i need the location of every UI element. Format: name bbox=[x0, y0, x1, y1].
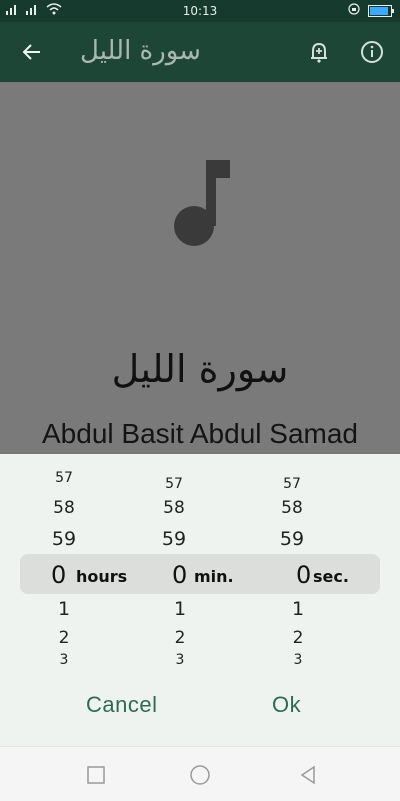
recents-icon[interactable] bbox=[84, 763, 108, 787]
wheel-item: 3 bbox=[293, 652, 303, 668]
hours-value[interactable]: 0 bbox=[51, 561, 66, 589]
wheel-item: 57 bbox=[165, 476, 183, 492]
minutes-unit-label: min. bbox=[194, 567, 234, 586]
wheel-item: 57 bbox=[55, 470, 73, 486]
battery-icon bbox=[368, 4, 394, 17]
wheel-item: 59 bbox=[51, 528, 77, 550]
alarm-add-icon[interactable] bbox=[303, 36, 335, 68]
wheel-item: 58 bbox=[53, 498, 75, 518]
wheel-item: 58 bbox=[281, 498, 303, 518]
minutes-value[interactable]: 0 bbox=[172, 561, 187, 589]
status-time: 10:13 bbox=[182, 4, 218, 18]
wheel-item: 3 bbox=[175, 652, 185, 668]
wheel-item: 2 bbox=[174, 628, 186, 648]
info-icon[interactable] bbox=[356, 36, 388, 68]
wheel-item: 58 bbox=[163, 498, 185, 518]
sleep-timer-dialog: 57 58 59 0 hours 57 58 59 0 min. 57 58 5… bbox=[0, 454, 400, 746]
seconds-unit-label: sec. bbox=[313, 567, 349, 586]
cancel-button[interactable]: Cancel bbox=[86, 692, 157, 718]
status-right bbox=[348, 3, 394, 18]
music-note-icon bbox=[170, 160, 230, 250]
wheel-item: 2 bbox=[292, 628, 304, 648]
wheel-item: 2 bbox=[58, 628, 70, 648]
wheel-item: 3 bbox=[59, 652, 69, 668]
back-icon[interactable] bbox=[296, 763, 320, 787]
wheel-item: 59 bbox=[161, 528, 187, 550]
wheel-item: 1 bbox=[57, 598, 71, 620]
dialog-actions: Cancel Ok bbox=[0, 692, 400, 732]
wheel-item: 1 bbox=[173, 598, 187, 620]
player-area: سورة الليل Abdul Basit Abdul Samad bbox=[0, 82, 400, 454]
ok-button[interactable]: Ok bbox=[272, 692, 301, 718]
seconds-value[interactable]: 0 bbox=[296, 561, 311, 589]
system-nav-bar bbox=[0, 746, 400, 801]
wheel-item: 1 bbox=[291, 598, 305, 620]
app-bar: سورة الليل bbox=[0, 22, 400, 82]
hours-unit-label: hours bbox=[76, 567, 128, 586]
wheel-item: 57 bbox=[283, 476, 301, 492]
rotation-lock-icon bbox=[348, 3, 360, 18]
page-title: سورة الليل bbox=[80, 36, 201, 66]
back-arrow-icon[interactable] bbox=[14, 34, 50, 70]
wheel-item: 59 bbox=[279, 528, 305, 550]
surah-title: سورة الليل bbox=[111, 347, 289, 391]
reciter-name: Abdul Basit Abdul Samad bbox=[42, 418, 358, 449]
status-bar: 10:13 bbox=[0, 0, 400, 22]
home-icon[interactable] bbox=[188, 763, 212, 787]
